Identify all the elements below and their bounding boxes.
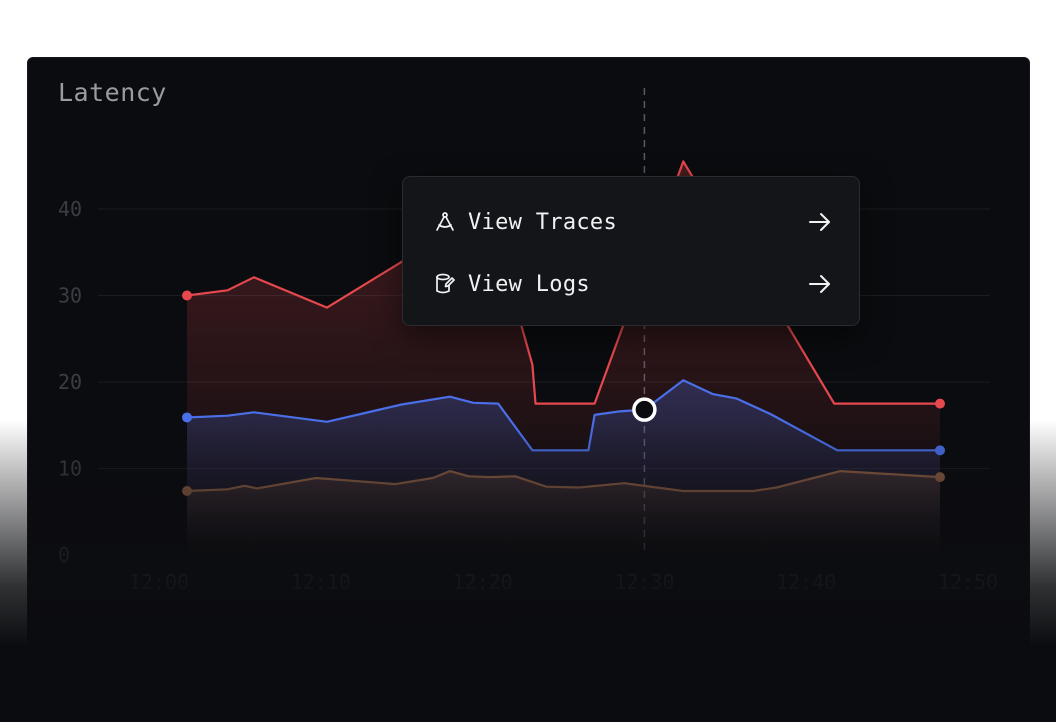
arrow-right-icon (809, 275, 830, 293)
y-tick-label: 30 (58, 284, 82, 308)
y-tick-label: 20 (58, 370, 82, 394)
series-endpoint (934, 398, 945, 409)
y-tick-label: 10 (58, 457, 82, 481)
compass-icon (436, 212, 454, 231)
view-traces-label: View Traces (468, 209, 617, 235)
x-tick-label: 12:40 (776, 570, 836, 594)
series-endpoint (934, 472, 945, 483)
view-traces-menu-item[interactable]: View Traces (403, 195, 859, 249)
series-endpoint (934, 445, 945, 456)
x-tick-label: 12:00 (129, 570, 189, 594)
series-endpoint (182, 485, 193, 496)
latency-chart[interactable]: 0 10 20 30 40 12:00 12:10 12:20 12:30 12:40 12:50 (28, 58, 1030, 722)
arrow-right-icon (809, 213, 830, 231)
latency-card: Latency 0 10 20 30 40 12:00 12:10 12:20 12:30 12:… (27, 57, 1030, 722)
view-logs-label: View Logs (468, 271, 590, 297)
x-tick-label: 12:10 (291, 570, 351, 594)
x-tick-label: 12:50 (938, 570, 998, 594)
logs-icon (436, 273, 455, 294)
context-menu: View Traces View Logs (402, 176, 860, 326)
y-tick-label: 0 (58, 543, 70, 567)
x-tick-label: 12:30 (614, 570, 674, 594)
series-endpoint (182, 412, 193, 423)
view-logs-menu-item[interactable]: View Logs (403, 257, 859, 311)
x-tick-label: 12:20 (452, 570, 512, 594)
series-endpoint (182, 290, 193, 301)
y-tick-label: 40 (58, 197, 82, 221)
hover-point-marker[interactable] (632, 397, 657, 422)
